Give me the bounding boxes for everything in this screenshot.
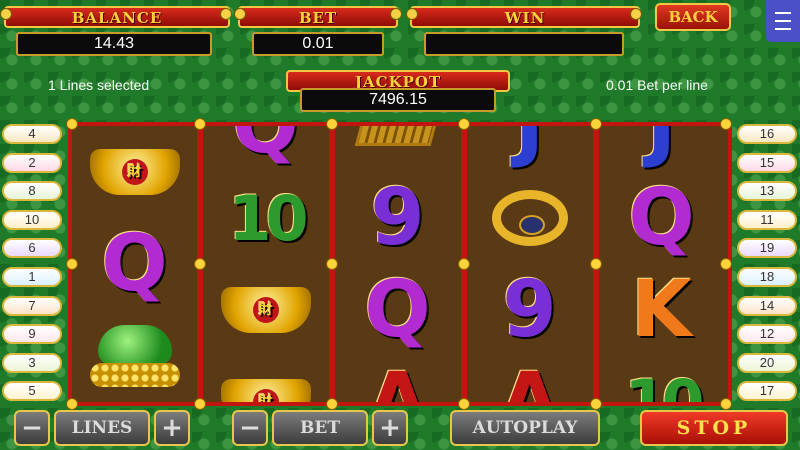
right-payline-13[interactable]: 13 — [737, 181, 797, 202]
right-payline-17[interactable]: 17 — [737, 381, 797, 402]
symbol-a: A — [367, 357, 428, 402]
right-payline-15[interactable]: 15 — [737, 152, 797, 173]
left-payline-5[interactable]: 5 — [2, 381, 62, 402]
frame-stud — [590, 398, 602, 410]
symbol-q: Q — [232, 126, 299, 171]
frame-stud — [66, 258, 78, 270]
left-payline-8[interactable]: 8 — [2, 181, 62, 202]
ornament-knot — [0, 8, 12, 20]
jade-ring-icon — [467, 172, 592, 264]
ornament-knot — [406, 8, 418, 20]
jackpot-value: 7496.15 — [300, 88, 496, 112]
lines-plus-button[interactable]: + — [154, 410, 190, 446]
left-payline-1[interactable]: 1 — [2, 267, 62, 287]
symbol-k: K — [631, 265, 692, 355]
frame-stud — [194, 258, 206, 270]
lines-minus-button[interactable]: − — [14, 410, 50, 446]
frame-stud — [720, 258, 732, 270]
balance-value: 14.43 — [16, 32, 212, 56]
frame-stud — [66, 118, 78, 130]
left-payline-7[interactable]: 7 — [2, 295, 62, 316]
right-payline-14[interactable]: 14 — [737, 295, 797, 316]
lines-label: LINES — [54, 410, 150, 446]
reel-4: J 9A — [467, 126, 592, 402]
bet-minus-button[interactable]: − — [232, 410, 268, 446]
bet-value: 0.01 — [252, 32, 384, 56]
right-payline-20[interactable]: 20 — [737, 352, 797, 373]
frame-stud — [326, 258, 338, 270]
symbol-j: J — [514, 126, 545, 171]
symbol-q: Q — [628, 173, 695, 263]
left-payline-6[interactable]: 6 — [2, 238, 62, 259]
lucky-frog-icon — [72, 310, 197, 402]
frame-stud — [590, 118, 602, 130]
gold-ingot-icon: 財 — [72, 126, 197, 218]
right-payline-16[interactable]: 16 — [737, 124, 797, 144]
reel-5: J Q K 10 — [599, 126, 724, 402]
win-value — [424, 32, 624, 56]
left-payline-3[interactable]: 3 — [2, 352, 62, 373]
gold-ingot-icon: 財 — [203, 356, 328, 402]
frame-stud — [458, 258, 470, 270]
hamburger-icon[interactable] — [766, 0, 800, 42]
right-payline-18[interactable]: 18 — [737, 267, 797, 287]
symbol-9: 9 — [502, 265, 557, 355]
ornament-knot — [234, 8, 246, 20]
frame-stud — [720, 118, 732, 130]
reel-1: 財Q — [72, 126, 197, 402]
symbol-q: Q — [364, 265, 431, 355]
bet-per-line-text: 0.01 Bet per line — [606, 77, 708, 93]
frame-stud — [458, 398, 470, 410]
ornament-knot — [390, 8, 402, 20]
symbol-a: A — [499, 357, 560, 402]
right-payline-11[interactable]: 11 — [737, 209, 797, 230]
left-payline-9[interactable]: 9 — [2, 324, 62, 345]
bet-title: BET — [238, 6, 398, 28]
bet-plus-button[interactable]: + — [372, 410, 408, 446]
symbol-q: Q — [101, 219, 168, 309]
back-button[interactable]: BACK — [655, 3, 731, 31]
stop-button[interactable]: STOP — [640, 410, 788, 446]
gold-ingot-icon: 財 — [203, 264, 328, 356]
symbol-10: 10 — [228, 181, 308, 255]
frame-stud — [194, 118, 206, 130]
frame-stud — [326, 398, 338, 410]
bet-label: BET — [272, 410, 368, 446]
ornament-knot — [630, 8, 642, 20]
lines-selected-text: 1 Lines selected — [48, 77, 150, 93]
ornament-knot — [220, 8, 232, 20]
right-payline-19[interactable]: 19 — [737, 238, 797, 259]
right-payline-12[interactable]: 12 — [737, 324, 797, 345]
left-payline-4[interactable]: 4 — [2, 124, 62, 144]
left-payline-2[interactable]: 2 — [2, 152, 62, 173]
autoplay-button[interactable]: AUTOPLAY — [450, 410, 600, 446]
frame-stud — [66, 398, 78, 410]
balance-title: BALANCE — [4, 6, 230, 28]
win-title: WIN — [410, 6, 640, 28]
abacus-icon — [335, 126, 460, 172]
reel-3: 9QA — [335, 126, 460, 402]
symbol-10: 10 — [624, 365, 704, 403]
frame-stud — [590, 258, 602, 270]
frame-stud — [720, 398, 732, 410]
left-payline-10[interactable]: 10 — [2, 209, 62, 230]
frame-stud — [458, 118, 470, 130]
reel-2: Q 10 財財 — [203, 126, 328, 402]
symbol-9: 9 — [370, 173, 425, 263]
frame-stud — [326, 118, 338, 130]
symbol-j: J — [646, 126, 677, 171]
frame-stud — [194, 398, 206, 410]
